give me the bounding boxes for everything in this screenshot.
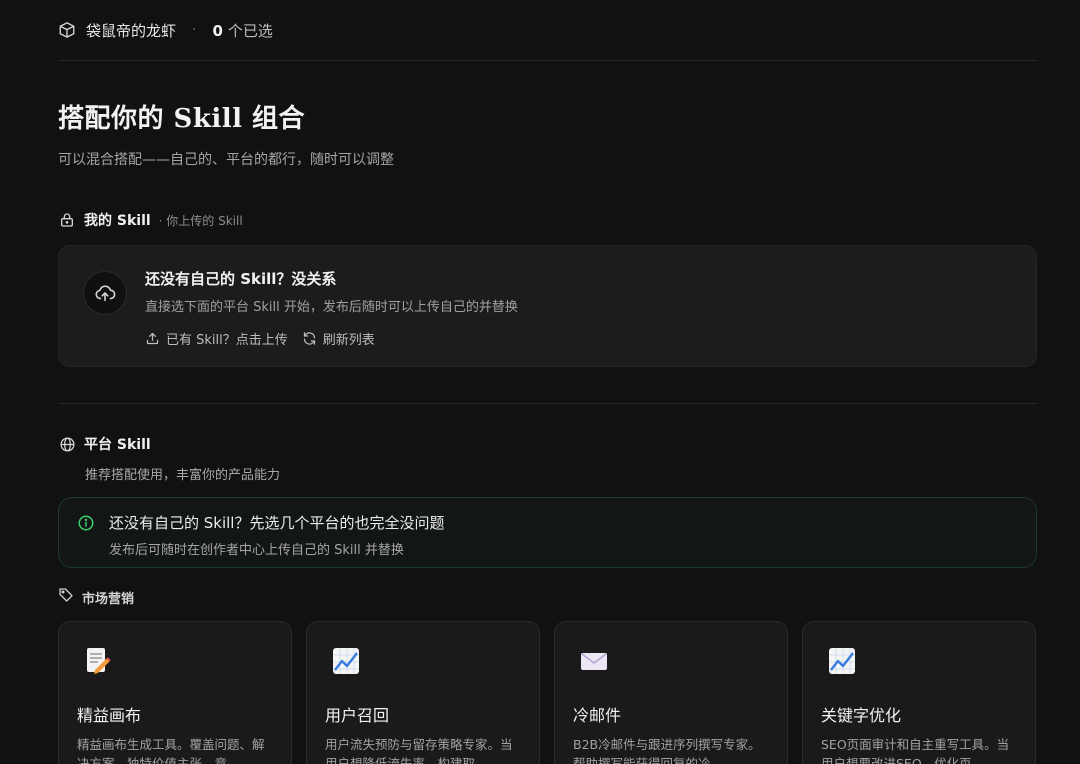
- top-bar: 袋鼠帝的龙虾 · 0 个已选: [58, 0, 1037, 61]
- skill-card-description: B2B冷邮件与跟进序列撰写专家。帮助撰写能获得回复的冷…: [573, 737, 761, 764]
- platform-skill-title: 平台 Skill: [84, 437, 151, 453]
- selected-count-suffix: 个已选: [227, 21, 273, 40]
- platform-skill-header: 平台 Skill: [58, 434, 1037, 454]
- upload-icon: [146, 332, 159, 345]
- brand-name: 袋鼠帝的龙虾: [86, 21, 177, 40]
- skill-card-name: 精益画布: [77, 706, 142, 725]
- info-banner-title: 还没有自己的 Skill？先选几个平台的也完全没问题: [109, 514, 445, 532]
- upload-skill-button[interactable]: 已有 Skill？点击上传: [145, 329, 288, 348]
- empty-description: 直接选下面的平台 Skill 开始，发布后随时可以上传自己的并替换: [145, 300, 518, 315]
- category-label: 市场营销: [82, 591, 135, 607]
- platform-skill-subtitle: 推荐搭配使用，丰富你的产品能力: [85, 468, 281, 483]
- lock-icon: [58, 211, 76, 229]
- skill-card-description: 精益画布生成工具。覆盖问题、解决方案、独特价值主张、竞…: [77, 737, 265, 764]
- refresh-list-label: 刷新列表: [322, 333, 375, 348]
- cube-icon: [58, 21, 76, 39]
- page-subtitle: 可以混合搭配——自己的、平台的都行，随时可以调整: [58, 152, 394, 168]
- skill-card-description: 用户流失预防与留存策略专家。当用户想降低流失率、构建取…: [325, 737, 513, 764]
- skill-card-name: 冷邮件: [573, 706, 622, 725]
- chart-up-icon: [333, 648, 359, 674]
- skill-card-description: SEO页面审计和自主重写工具。当用户想要改进SEO、优化页…: [821, 737, 1010, 764]
- refresh-list-button[interactable]: 刷新列表: [302, 329, 375, 348]
- selected-count-number: 0: [212, 21, 223, 40]
- info-banner-description: 发布后可随时在创作者中心上传自己的 Skill 并替换: [109, 543, 404, 558]
- empty-title: 还没有自己的 Skill？没关系: [145, 270, 337, 288]
- my-skill-empty-card: 还没有自己的 Skill？没关系 直接选下面的平台 Skill 开始，发布后随时…: [58, 245, 1037, 367]
- page: 袋鼠帝的龙虾 · 0 个已选 搭配你的 Skill 组合 可以混合搭配——自己的、…: [0, 0, 1080, 764]
- section-divider: [58, 403, 1037, 404]
- upload-skill-label: 已有 Skill？点击上传: [166, 333, 288, 348]
- selected-count: 0 个已选: [212, 20, 272, 41]
- skill-card-name: 关键字优化: [821, 706, 902, 725]
- my-skill-title: 我的 Skill: [84, 213, 151, 229]
- skill-card[interactable]: 精益画布 精益画布生成工具。覆盖问题、解决方案、独特价值主张、竞…: [58, 621, 292, 764]
- globe-icon: [58, 435, 76, 453]
- skill-card[interactable]: 冷邮件 B2B冷邮件与跟进序列撰写专家。帮助撰写能获得回复的冷…: [554, 621, 788, 764]
- my-skill-header: 我的 Skill · 你上传的 Skill: [58, 210, 1037, 230]
- skill-card[interactable]: 关键字优化 SEO页面审计和自主重写工具。当用户想要改进SEO、优化页…: [802, 621, 1036, 764]
- page-title: 搭配你的 Skill 组合: [58, 104, 306, 134]
- skill-card-name: 用户召回: [325, 706, 390, 725]
- tag-icon: [58, 587, 74, 607]
- refresh-icon: [303, 332, 315, 345]
- info-icon: [77, 514, 95, 532]
- envelope-icon: [581, 653, 607, 670]
- memo-pencil-icon: [87, 648, 111, 674]
- my-skill-note: · 你上传的 Skill: [158, 213, 243, 228]
- chart-up-icon: [829, 648, 855, 674]
- cloud-upload-icon: [83, 271, 127, 315]
- info-banner: 还没有自己的 Skill？先选几个平台的也完全没问题 发布后可随时在创作者中心上…: [58, 497, 1037, 568]
- skill-card[interactable]: 用户召回 用户流失预防与留存策略专家。当用户想降低流失率、构建取…: [306, 621, 540, 764]
- skill-card-list: 精益画布 精益画布生成工具。覆盖问题、解决方案、独特价值主张、竞… 用户召回 用…: [58, 621, 1037, 764]
- separator: ·: [192, 22, 197, 38]
- category-header: 市场营销: [58, 587, 1037, 607]
